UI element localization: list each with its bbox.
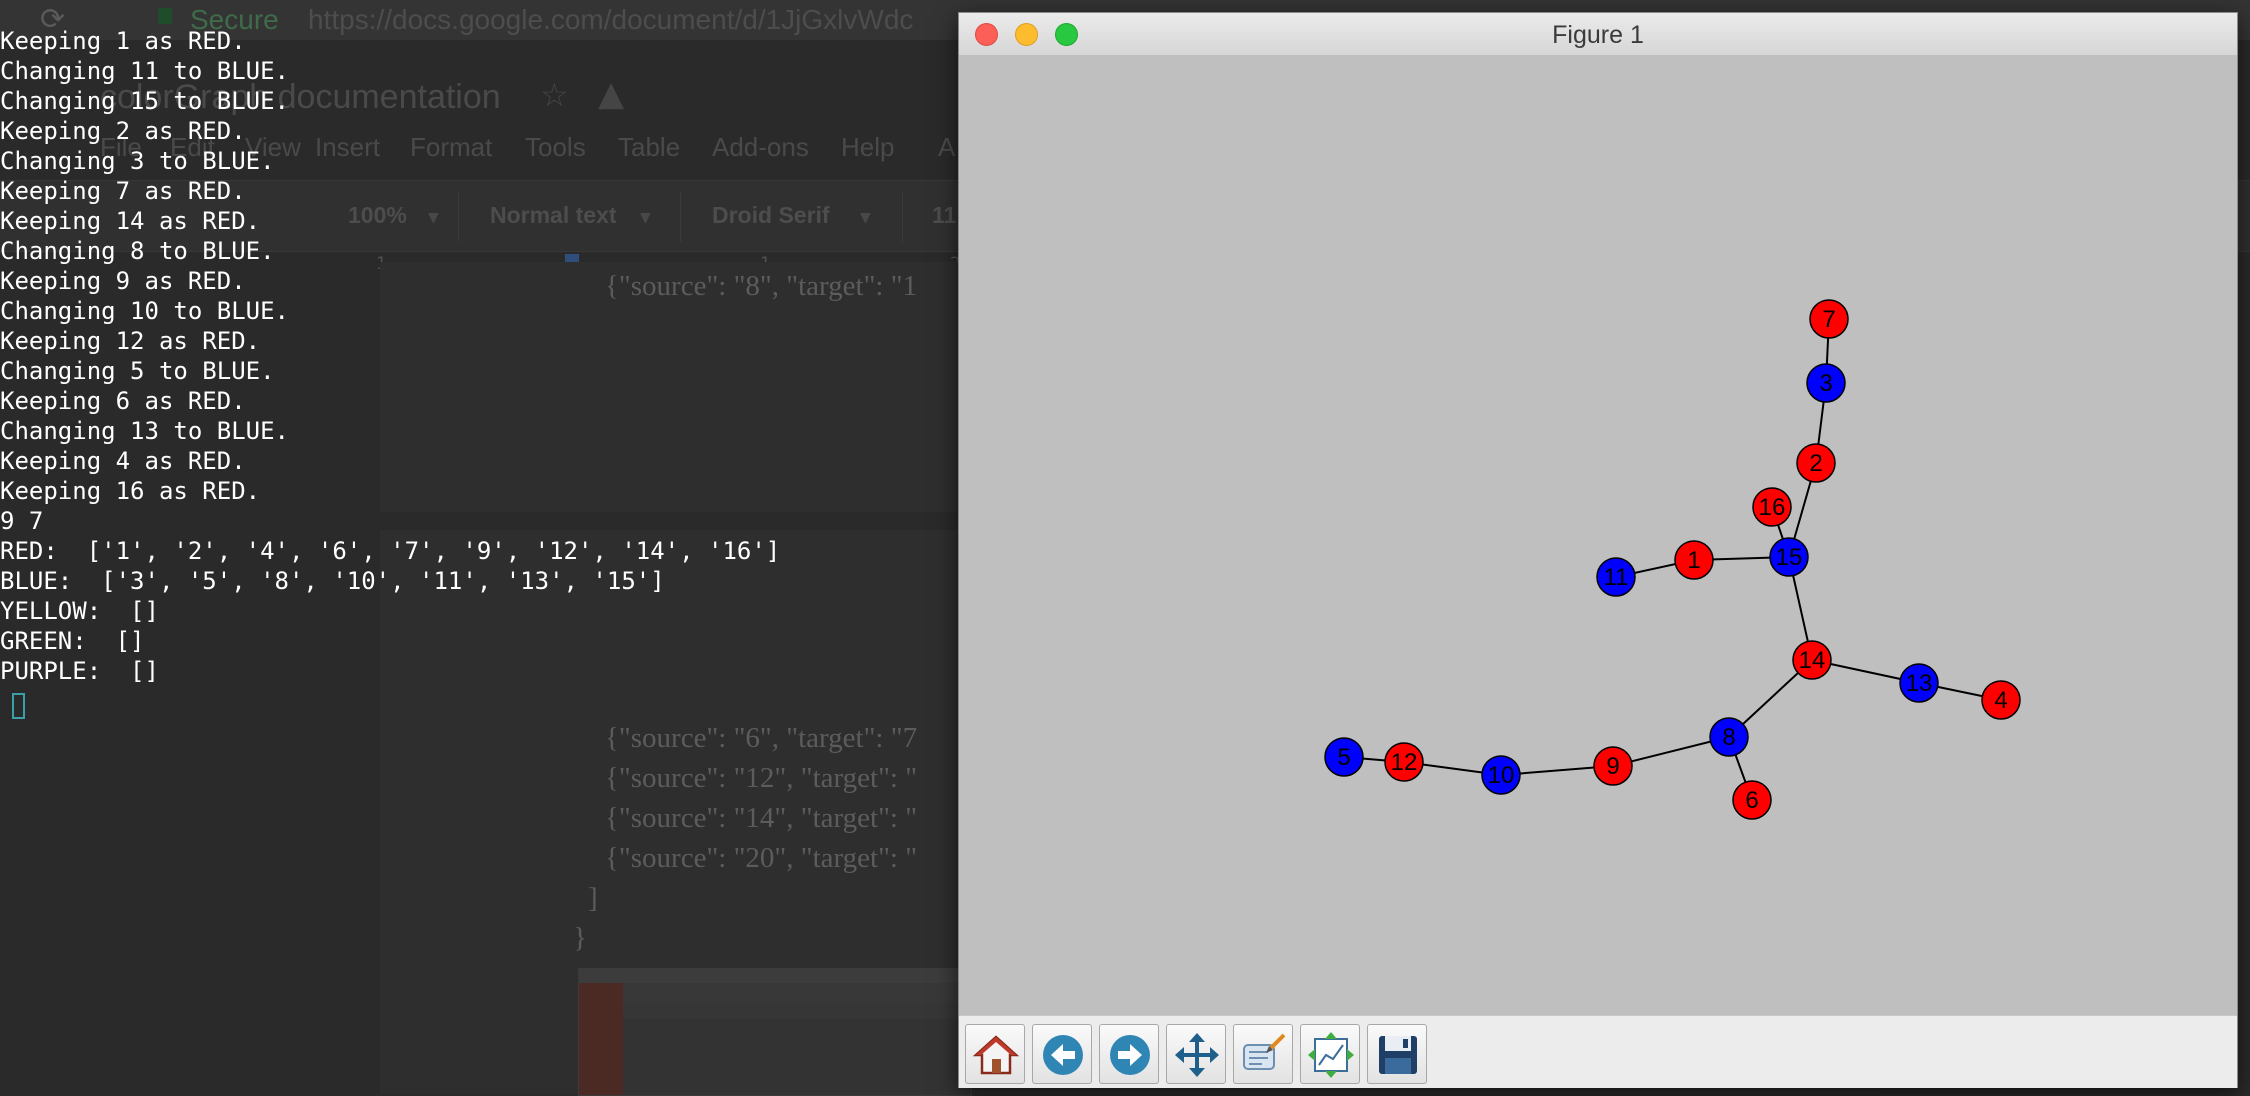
terminal-line: Keeping 1 as RED. (0, 27, 246, 55)
graph-node-label: 16 (1759, 494, 1786, 521)
graph-node-label: 14 (1799, 647, 1826, 674)
graph-node-label: 12 (1391, 749, 1418, 776)
figure-window[interactable]: Figure 1 1 2 3 4 5 6 7 8 9 10 11 12 13 14 15 16 (958, 12, 2238, 1088)
terminal-line: RED: ['1', '2', '4', '6', '7', '9', '12'… (0, 537, 781, 565)
doc-code-line: {"source": "12", "target": " (605, 762, 918, 794)
zoom-button[interactable] (1233, 1024, 1293, 1084)
terminal-line: Changing 3 to BLUE. (0, 147, 275, 175)
terminal-line: Keeping 7 as RED. (0, 177, 246, 205)
embedded-screenshot-thumbnail (578, 968, 972, 1096)
graph-node-label: 13 (1906, 670, 1933, 697)
graph-node: 3 (1806, 363, 1846, 403)
terminal-cursor[interactable] (12, 693, 25, 719)
pan-icon (1175, 1033, 1219, 1077)
graph-node-label: 10 (1488, 762, 1515, 789)
terminal-line: 9 7 (0, 507, 44, 535)
graph-node: 1 (1674, 540, 1714, 580)
graph-node: 16 (1752, 487, 1792, 527)
home-button[interactable] (965, 1024, 1025, 1084)
zoom-icon (1243, 1033, 1286, 1070)
terminal-line: Changing 11 to BLUE. (0, 57, 289, 85)
graph-node-label: 2 (1809, 450, 1822, 477)
terminal-line: Keeping 9 as RED. (0, 267, 246, 295)
terminal-line: Keeping 6 as RED. (0, 387, 246, 415)
pan-button[interactable] (1166, 1024, 1226, 1084)
terminal-line: BLUE: ['3', '5', '8', '10', '11', '13', … (0, 567, 665, 595)
window-title: Figure 1 (1552, 21, 1644, 49)
save-button[interactable] (1367, 1024, 1427, 1084)
graph-node-label: 4 (1994, 687, 2007, 714)
graph-plot[interactable]: 12345678910111213141516 (959, 55, 2237, 1015)
subplots-icon (1308, 1032, 1354, 1078)
home-icon (972, 1035, 1020, 1075)
doc-code-line: {"source": "6", "target": "7 (605, 722, 918, 754)
doc-code-line: } (573, 922, 587, 954)
graph-node: 8 (1709, 717, 1749, 757)
graph-node: 2 (1796, 443, 1836, 483)
window-titlebar[interactable]: Figure 1 (959, 13, 2237, 56)
graph-node: 5 (1324, 737, 1364, 777)
terminal-line: Keeping 2 as RED. (0, 117, 246, 145)
graph-node: 6 (1732, 780, 1772, 820)
graph-node-label: 5 (1337, 744, 1350, 771)
lock-icon (158, 8, 172, 24)
graph-node-label: 1 (1687, 547, 1700, 574)
graph-node-label: 15 (1776, 544, 1803, 571)
terminal-line: Changing 15 to BLUE. (0, 87, 289, 115)
save-icon (1379, 1036, 1417, 1074)
forward-icon (1110, 1035, 1150, 1075)
graph-node: 9 (1593, 746, 1633, 786)
graph-node-label: 9 (1606, 753, 1619, 780)
terminal-line: PURPLE: [] (0, 657, 159, 685)
graph-node: 4 (1981, 680, 2021, 720)
terminal-line: Keeping 14 as RED. (0, 207, 261, 235)
doc-code-line: {"source": "14", "target": " (605, 802, 918, 834)
terminal-output: Keeping 1 as RED. Changing 11 to BLUE. Cha… (0, 26, 950, 686)
terminal-line: YELLOW: [] (0, 597, 159, 625)
graph-node: 10 (1481, 755, 1521, 795)
terminal-line: Changing 10 to BLUE. (0, 297, 289, 325)
graph-node-label: 8 (1722, 724, 1735, 751)
graph-node: 15 (1769, 537, 1809, 577)
configure-subplots-button[interactable] (1300, 1024, 1360, 1084)
terminal-line: Keeping 12 as RED. (0, 327, 261, 355)
terminal-line: Keeping 16 as RED. (0, 477, 261, 505)
terminal-line: Keeping 4 as RED. (0, 447, 246, 475)
terminal-line: Changing 5 to BLUE. (0, 357, 275, 385)
graph-node-label: 3 (1819, 370, 1832, 397)
doc-code-line: ] (588, 882, 598, 914)
terminal-line: Changing 13 to BLUE. (0, 417, 289, 445)
graph-node-label: 7 (1822, 306, 1835, 333)
graph-node-label: 6 (1745, 787, 1758, 814)
doc-code-line: {"source": "20", "target": " (605, 842, 918, 874)
graph-node: 12 (1384, 742, 1424, 782)
graph-node: 13 (1899, 663, 1939, 703)
graph-node-label: 11 (1604, 564, 1629, 591)
graph-node: 11 (1596, 557, 1636, 597)
graph-node: 7 (1809, 299, 1849, 339)
figure-canvas[interactable]: 1 2 3 4 5 6 7 8 9 10 11 12 13 14 15 16 (959, 55, 2237, 1015)
graph-node: 14 (1792, 640, 1832, 680)
back-button[interactable] (1032, 1024, 1092, 1084)
terminal-line: Changing 8 to BLUE. (0, 237, 275, 265)
forward-button[interactable] (1099, 1024, 1159, 1084)
back-icon (1043, 1035, 1083, 1075)
figure-toolbar (959, 1015, 2237, 1088)
terminal-line: GREEN: [] (0, 627, 145, 655)
